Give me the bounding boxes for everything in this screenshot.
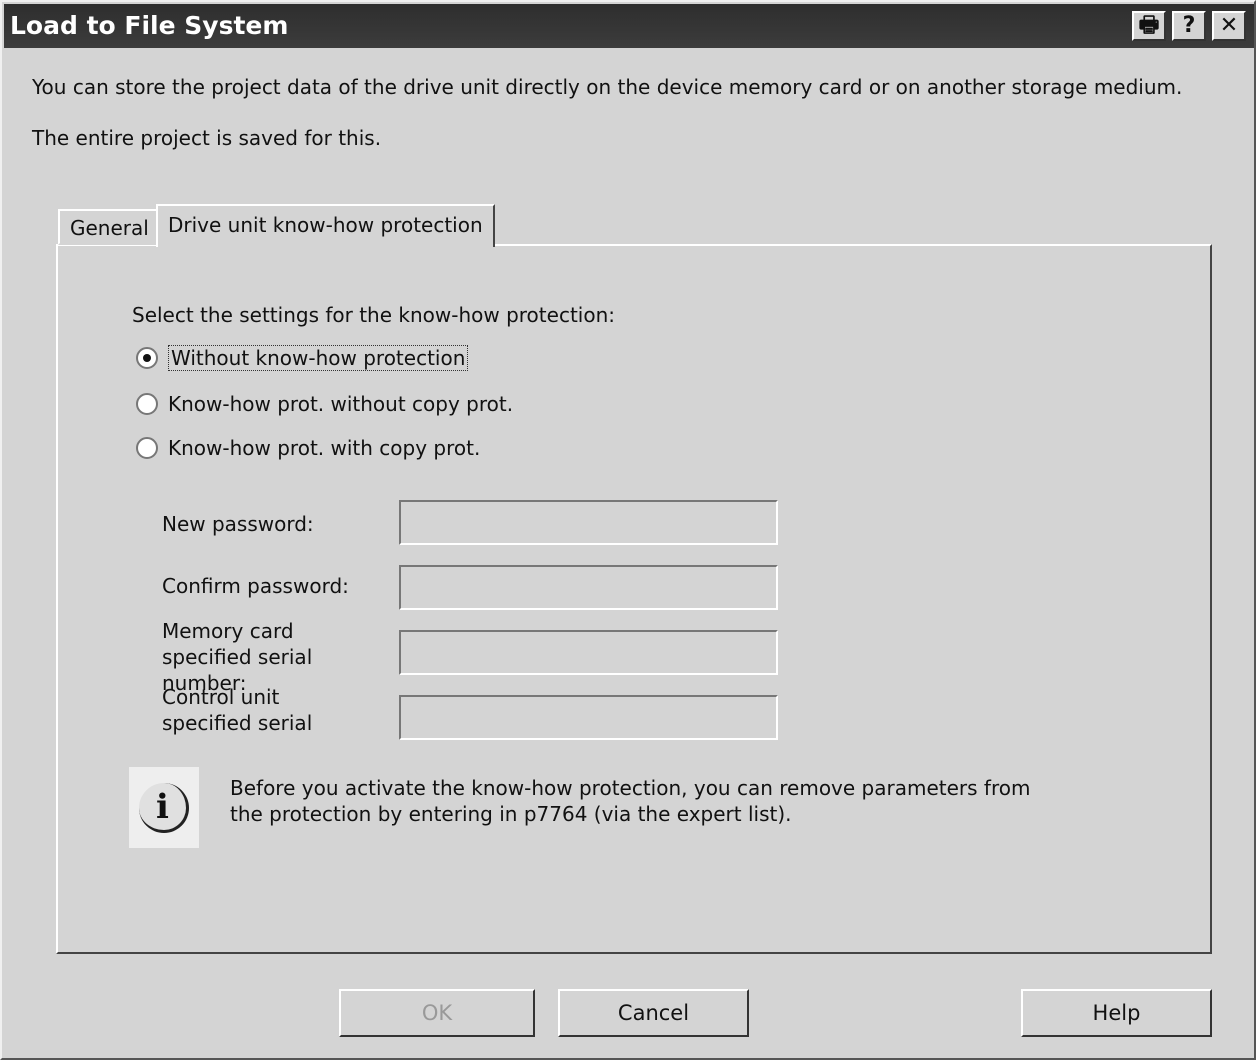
cancel-button[interactable]: Cancel [558,989,749,1037]
printer-icon: 🖶 [1138,13,1160,38]
info-icon: i [129,767,199,848]
radio-without-protection[interactable]: Without know-how protection [136,345,469,371]
confirm-password-input[interactable] [399,565,778,610]
help-button[interactable]: Help [1021,989,1212,1037]
radio-label: Without know-how protection [168,345,469,371]
new-password-input[interactable] [399,500,778,545]
control-unit-serial-label: Control unit specified serial [162,685,313,735]
confirm-password-label: Confirm password: [162,574,349,598]
ok-button[interactable]: OK [339,989,535,1037]
intro-text-1: You can store the project data of the dr… [32,75,1183,99]
radio-label: Know-how prot. with copy prot. [168,436,481,460]
radio-without-copy-protection[interactable]: Know-how prot. without copy prot. [136,392,513,416]
question-icon: ? [1182,13,1196,38]
tab-know-how-protection[interactable]: Drive unit know-how protection [156,204,495,247]
tab-general[interactable]: General [58,209,161,245]
close-icon: ✕ [1219,13,1239,38]
info-text: Before you activate the know-how protect… [230,776,1031,826]
memory-card-serial-input[interactable] [399,630,778,675]
dialog-window: Load to File System 🖶 ? ✕ You can store … [0,0,1256,1060]
close-button[interactable]: ✕ [1212,11,1246,41]
title-bar: Load to File System [4,4,1254,48]
print-button[interactable]: 🖶 [1132,11,1166,41]
radio-selected[interactable] [136,347,158,369]
radio-with-copy-protection[interactable]: Know-how prot. with copy prot. [136,436,480,460]
radio-label: Know-how prot. without copy prot. [168,392,514,416]
radio-unselected[interactable] [136,393,158,415]
control-unit-serial-input[interactable] [399,695,778,740]
radio-unselected[interactable] [136,437,158,459]
new-password-label: New password: [162,512,314,536]
intro-text-2: The entire project is saved for this. [32,126,382,150]
protection-prompt: Select the settings for the know-how pro… [132,303,615,327]
dialog-title: Load to File System [10,11,289,40]
help-title-button[interactable]: ? [1172,11,1206,41]
